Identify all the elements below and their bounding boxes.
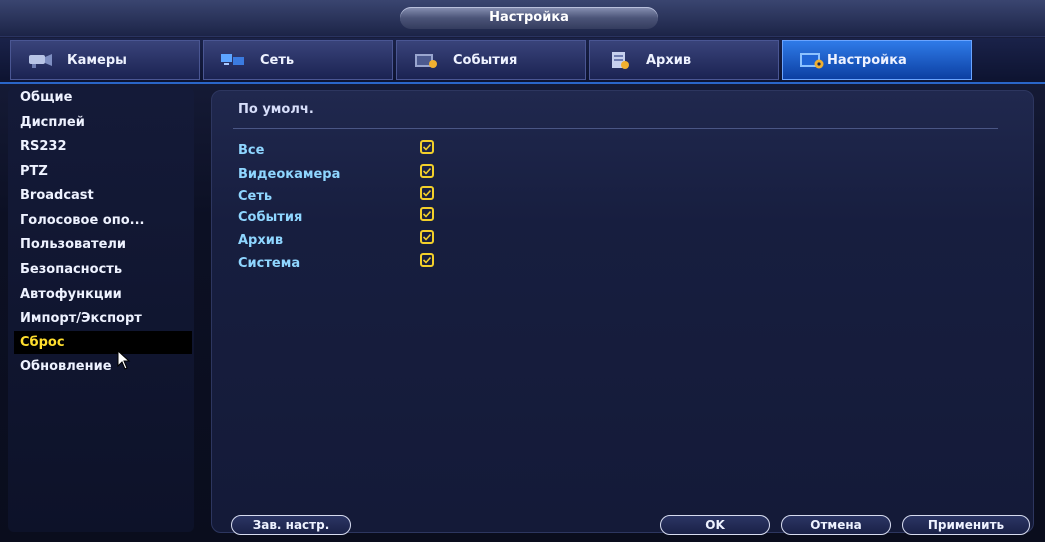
sidebar-item-rs232[interactable]: RS232 (14, 135, 192, 158)
tab-events-label: События (453, 52, 518, 68)
network-icon (220, 51, 246, 69)
option-system-checkbox[interactable] (420, 253, 434, 267)
mouse-cursor-icon (117, 349, 131, 370)
option-network-label: Сеть (238, 189, 273, 204)
tab-network[interactable]: Сеть (203, 40, 393, 80)
apply-button[interactable]: Применить (902, 515, 1030, 535)
defaults-heading: По умолч. (238, 102, 314, 117)
sidebar-item-ptz[interactable]: PTZ (14, 160, 192, 183)
option-system-label: Система (238, 256, 301, 271)
tab-events[interactable]: События (396, 40, 586, 80)
option-camera-checkbox[interactable] (420, 164, 434, 178)
tab-archive-label: Архив (646, 52, 692, 68)
tab-cameras-label: Камеры (67, 52, 127, 68)
main-tab-bar: Камеры Сеть События Архив Настройка (0, 38, 1045, 84)
ok-button[interactable]: OK (660, 515, 770, 535)
sidebar-item-autofunctions[interactable]: Автофункции (14, 283, 192, 306)
sidebar-item-broadcast[interactable]: Broadcast (14, 184, 192, 207)
window-title: Настройка (400, 7, 658, 29)
section-divider (233, 128, 998, 129)
sidebar-item-security[interactable]: Безопасность (14, 258, 192, 281)
option-camera-label: Видеокамера (238, 167, 341, 182)
option-network-checkbox[interactable] (420, 186, 434, 200)
cancel-button[interactable]: Отмена (781, 515, 891, 535)
save-settings-button[interactable]: Зав. настр. (231, 515, 351, 535)
tab-archive[interactable]: Архив (589, 40, 779, 80)
sidebar-item-users[interactable]: Пользователи (14, 233, 192, 256)
option-all-label: Все (238, 143, 265, 158)
tab-settings[interactable]: Настройка (782, 40, 972, 80)
sidebar-item-display[interactable]: Дисплей (14, 111, 192, 134)
dvr-settings-screen: { "window": { "title": "Настройка" }, "t… (0, 0, 1045, 542)
camera-icon (27, 51, 53, 69)
option-archive-label: Архив (238, 233, 284, 248)
reset-panel (211, 90, 1034, 533)
archive-icon (606, 51, 632, 69)
settings-icon (799, 51, 825, 69)
sidebar-item-voice[interactable]: Голосовое опо... (14, 209, 192, 232)
sidebar-item-reset[interactable]: Сброс (14, 331, 192, 354)
tab-settings-label: Настройка (827, 52, 907, 68)
title-bar: Настройка (0, 0, 1045, 37)
option-all-checkbox[interactable] (420, 140, 434, 154)
tab-cameras[interactable]: Камеры (10, 40, 200, 80)
option-events-label: События (238, 210, 303, 225)
sidebar-item-update[interactable]: Обновление (14, 355, 192, 378)
sidebar-item-import-export[interactable]: Импорт/Экспорт (14, 307, 192, 330)
option-archive-checkbox[interactable] (420, 230, 434, 244)
events-icon (413, 51, 439, 69)
option-events-checkbox[interactable] (420, 207, 434, 221)
sidebar-item-general[interactable]: Общие (14, 86, 192, 109)
tab-network-label: Сеть (260, 52, 295, 68)
